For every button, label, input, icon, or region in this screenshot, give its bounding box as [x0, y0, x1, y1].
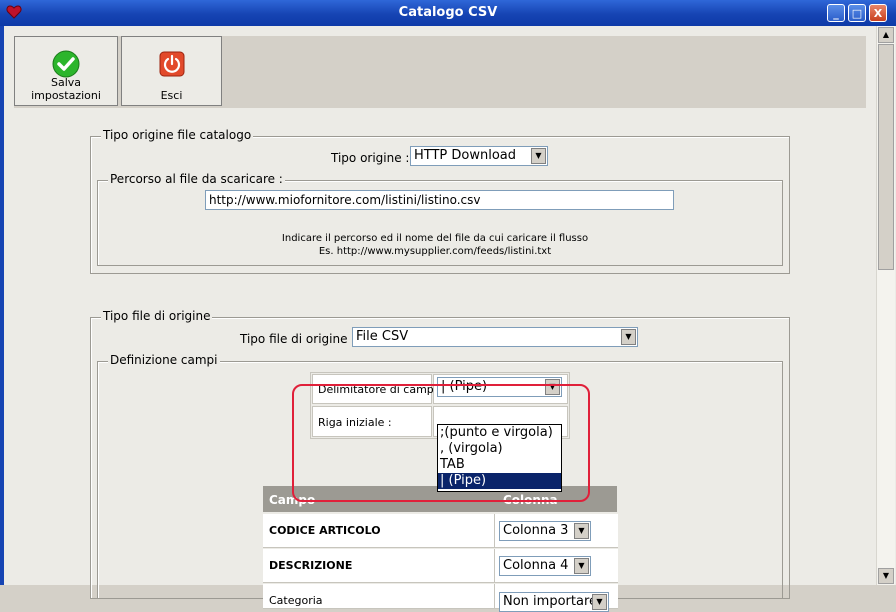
file-type-value: File CSV: [356, 329, 409, 344]
table-row: CODICE ARTICOLO Colonna 3 ▼: [263, 514, 618, 548]
field-name: CODICE ARTICOLO: [269, 524, 381, 537]
field-name-cell: CODICE ARTICOLO: [263, 514, 494, 548]
field-name: Categoria: [269, 594, 323, 607]
maximize-button[interactable]: □: [848, 4, 866, 22]
delimiter-dropdown-list[interactable]: ;(punto e virgola) , (virgola) TAB | (Pi…: [437, 424, 562, 492]
window-client-area: Salva impostazioni Esci ▲ ▼ Tipo origine…: [0, 26, 896, 612]
origin-type-select[interactable]: HTTP Download ▼: [410, 146, 548, 166]
fields-definition-legend: Definizione campi: [108, 353, 220, 367]
toolbar: Salva impostazioni Esci: [14, 36, 866, 108]
chevron-down-icon[interactable]: ▼: [574, 523, 589, 539]
chevron-down-icon[interactable]: ▼: [574, 558, 589, 574]
origin-type-value: HTTP Download: [414, 148, 517, 163]
column-value: Non importare: [503, 594, 597, 609]
file-type-select[interactable]: File CSV ▼: [352, 327, 638, 347]
vertical-scrollbar[interactable]: ▲ ▼: [876, 26, 895, 585]
origin-group-legend: Tipo origine file catalogo: [101, 128, 254, 142]
origin-type-label: Tipo origine :: [331, 151, 410, 165]
field-name-cell: Categoria: [263, 584, 494, 609]
path-group-legend: Percorso al file da scaricare :: [108, 172, 285, 186]
file-type-group-legend: Tipo file di origine: [101, 309, 213, 323]
column-cell: Colonna 4 ▼: [494, 549, 618, 583]
dropdown-option-selected[interactable]: | (Pipe): [438, 473, 561, 489]
window-title: Catalogo CSV: [398, 5, 498, 20]
file-path-input[interactable]: http://www.miofornitore.com/listini/list…: [205, 190, 674, 210]
dropdown-option[interactable]: TAB: [438, 457, 561, 473]
power-icon: [159, 51, 184, 77]
file-type-label: Tipo file di origine :: [240, 332, 356, 346]
minimize-button[interactable]: _: [827, 4, 845, 22]
column-value: Colonna 3: [503, 523, 569, 538]
check-icon: [52, 50, 80, 78]
chevron-down-icon[interactable]: ▼: [621, 329, 636, 345]
scroll-down-icon[interactable]: ▼: [878, 568, 894, 584]
path-hint-line1: Indicare il percorso ed il nome del file…: [281, 233, 589, 244]
chevron-down-icon[interactable]: ▼: [531, 148, 546, 164]
path-hint-line2: Es. http://www.mysupplier.com/feeds/list…: [318, 246, 552, 257]
column-cell: Non importare ▼: [494, 584, 618, 612]
close-button[interactable]: X: [869, 4, 887, 22]
field-name: DESCRIZIONE: [269, 559, 353, 572]
dropdown-option[interactable]: ;(punto e virgola): [438, 425, 561, 441]
column-select[interactable]: Colonna 3 ▼: [499, 521, 591, 541]
chevron-down-icon[interactable]: ▼: [592, 594, 607, 610]
scrollbar-thumb[interactable]: [878, 44, 894, 270]
exit-button[interactable]: Esci: [121, 36, 222, 106]
column-select[interactable]: Colonna 4 ▼: [499, 556, 591, 576]
title-bar: Catalogo CSV _ □ X: [0, 0, 896, 26]
field-name-cell: DESCRIZIONE: [263, 549, 494, 583]
column-select[interactable]: Non importare ▼: [499, 592, 609, 612]
exit-label: Esci: [160, 89, 183, 102]
window-frame: [0, 26, 4, 585]
column-cell: Colonna 3 ▼: [494, 514, 618, 548]
scroll-up-icon[interactable]: ▲: [878, 27, 894, 43]
save-settings-button[interactable]: Salva impostazioni: [14, 36, 118, 106]
table-row: Categoria Non importare ▼: [263, 584, 618, 612]
save-settings-label: Salva impostazioni: [31, 76, 101, 102]
dropdown-option[interactable]: , (virgola): [438, 441, 561, 457]
table-row: DESCRIZIONE Colonna 4 ▼: [263, 549, 618, 583]
column-value: Colonna 4: [503, 558, 569, 573]
